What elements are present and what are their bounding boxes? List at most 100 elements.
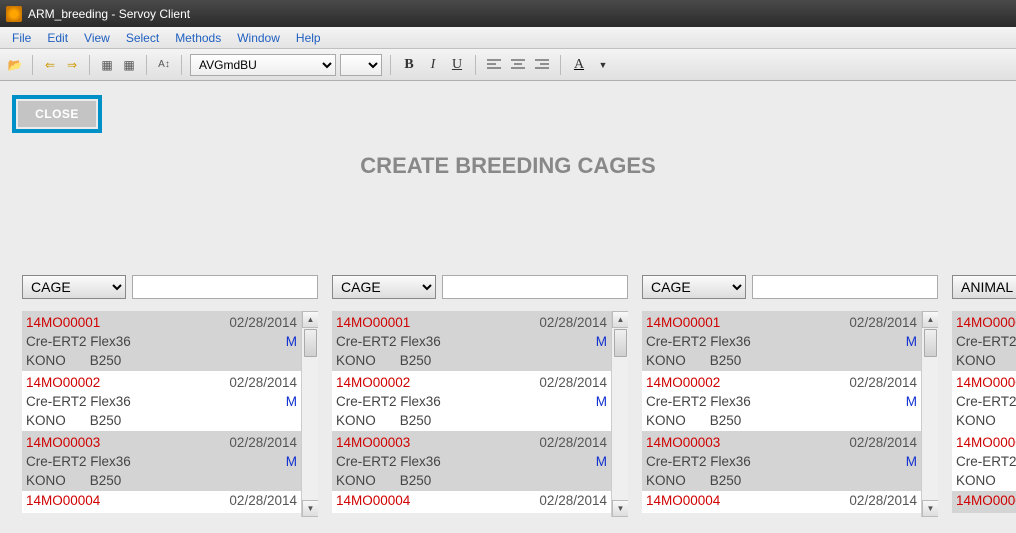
scroll-thumb[interactable] <box>304 329 317 357</box>
record-row[interactable]: 14MO0000102/28/2014Cre-ERT2 Flex36MKONOB… <box>952 311 1016 371</box>
record-date: 02/28/2014 <box>539 493 607 508</box>
fontsize-select[interactable] <box>340 54 382 76</box>
filter-select[interactable]: CAGE <box>332 275 436 299</box>
record-code: B250 <box>90 413 122 428</box>
back-icon[interactable]: ⇐ <box>41 56 59 74</box>
record-owner: KONO <box>26 473 66 488</box>
record-row[interactable]: 14MO00004 02/28/2014 <box>332 491 611 513</box>
menu-view[interactable]: View <box>76 29 118 47</box>
open-icon[interactable]: 📂 <box>6 56 24 74</box>
record-list[interactable]: 14MO0000102/28/2014Cre-ERT2 Flex36MKONOB… <box>22 311 301 517</box>
record-owner: KONO <box>26 413 66 428</box>
close-button[interactable]: CLOSE <box>18 101 96 127</box>
filter-select[interactable]: CAGE <box>642 275 746 299</box>
scroll-thumb[interactable] <box>614 329 627 357</box>
record-row[interactable]: 14MO0000402/28/2014 <box>952 491 1016 513</box>
record-code: B250 <box>400 353 432 368</box>
menu-edit[interactable]: Edit <box>39 29 76 47</box>
toolbar: 📂 ⇐ ⇒ ▦ ▦ A↕ AVGmdBU B I U A ▼ <box>0 49 1016 81</box>
record-line: Cre-ERT2 Flex36 <box>336 452 441 471</box>
titlebar: ARM_breeding - Servoy Client <box>0 0 1016 27</box>
menu-file[interactable]: File <box>4 29 39 47</box>
text-color-icon[interactable]: A <box>569 55 589 75</box>
record-owner: KONO <box>956 473 996 488</box>
scrollbar[interactable]: ▲▼ <box>611 311 628 517</box>
record-date: 02/28/2014 <box>539 433 607 452</box>
record-row[interactable]: 14MO0000102/28/2014Cre-ERT2 Flex36MKONOB… <box>642 311 921 371</box>
align-center-icon[interactable] <box>508 55 528 75</box>
record-sex: M <box>906 332 917 351</box>
menu-window[interactable]: Window <box>229 29 288 47</box>
font-select[interactable]: AVGmdBU <box>190 54 336 76</box>
underline-icon[interactable]: U <box>447 55 467 75</box>
record-line: Cre-ERT2 Flex36 <box>956 452 1016 471</box>
record-id: 14MO00001 <box>26 313 100 332</box>
sort-icon[interactable]: A↕ <box>155 56 173 74</box>
record-row[interactable]: 14MO0000302/28/2014Cre-ERT2 Flex36MKONOB… <box>22 431 301 491</box>
list-wrap: 14MO0000102/28/2014Cre-ERT2 Flex36MKONOB… <box>642 311 938 517</box>
record-sex: M <box>286 452 297 471</box>
scroll-down-icon[interactable]: ▼ <box>922 500 938 517</box>
bold-icon[interactable]: B <box>399 55 419 75</box>
record-row[interactable]: 14MO0000302/28/2014Cre-ERT2 Flex36MKONOB… <box>642 431 921 491</box>
record-code: B250 <box>710 353 742 368</box>
scroll-up-icon[interactable]: ▲ <box>922 311 938 328</box>
record-row[interactable]: 14MO0000302/28/2014Cre-ERT2 Flex36MKONOB… <box>332 431 611 491</box>
record-date: 02/28/2014 <box>229 373 297 392</box>
italic-icon[interactable]: I <box>423 55 443 75</box>
record-row[interactable]: 14MO0000102/28/2014Cre-ERT2 Flex36MKONOB… <box>332 311 611 371</box>
scroll-down-icon[interactable]: ▼ <box>612 500 628 517</box>
scroll-up-icon[interactable]: ▲ <box>612 311 628 328</box>
record-date: 02/28/2014 <box>539 373 607 392</box>
menu-methods[interactable]: Methods <box>167 29 229 47</box>
record-row[interactable]: 14MO00004 02/28/2014 <box>642 491 921 513</box>
record-date: 02/28/2014 <box>849 313 917 332</box>
menu-select[interactable]: Select <box>118 29 167 47</box>
record-id: 14MO00003 <box>26 433 100 452</box>
record-id: 14MO00002 <box>26 373 100 392</box>
scroll-thumb[interactable] <box>924 329 937 357</box>
search-input[interactable] <box>752 275 938 299</box>
scrollbar[interactable]: ▲▼ <box>301 311 318 517</box>
search-input[interactable] <box>132 275 318 299</box>
record-row[interactable]: 14MO0000202/28/2014Cre-ERT2 Flex36MKONOB… <box>332 371 611 431</box>
align-right-icon[interactable] <box>532 55 552 75</box>
record-line: Cre-ERT2 Flex36 <box>336 392 441 411</box>
record-row[interactable]: 14MO0000402/28/2014 <box>22 491 301 513</box>
record-date: 02/28/2014 <box>539 313 607 332</box>
list-wrap: 14MO0000102/28/2014Cre-ERT2 Flex36MKONOB… <box>22 311 318 517</box>
filter-select[interactable]: CAGE <box>22 275 126 299</box>
text-color-dropdown-icon[interactable]: ▼ <box>593 55 613 75</box>
forward-icon[interactable]: ⇒ <box>63 56 81 74</box>
record-row[interactable]: 14MO0000202/28/2014Cre-ERT2 Flex36MKONOB… <box>22 371 301 431</box>
record-date: 02/28/2014 <box>849 493 917 508</box>
record-row[interactable]: 14MO0000102/28/2014Cre-ERT2 Flex36MKONOB… <box>22 311 301 371</box>
record-sex: M <box>906 392 917 411</box>
record-owner: KONO <box>956 353 996 368</box>
align-left-icon[interactable] <box>484 55 504 75</box>
grid-icon[interactable]: ▦ <box>98 56 116 74</box>
record-list[interactable]: 14MO0000102/28/2014Cre-ERT2 Flex36MKONOB… <box>642 311 921 517</box>
scroll-up-icon[interactable]: ▲ <box>302 311 318 328</box>
list-wrap: 14MO0000102/28/2014Cre-ERT2 Flex36MKONOB… <box>332 311 628 517</box>
scrollbar[interactable]: ▲▼ <box>921 311 938 517</box>
record-list[interactable]: 14MO0000102/28/2014Cre-ERT2 Flex36MKONOB… <box>332 311 611 517</box>
search-input[interactable] <box>442 275 628 299</box>
scroll-down-icon[interactable]: ▼ <box>302 500 318 517</box>
filter-select[interactable]: ANIMAL <box>952 275 1016 299</box>
record-row[interactable]: 14MO0000202/28/2014Cre-ERT2 Flex36MKONOB… <box>642 371 921 431</box>
menu-help[interactable]: Help <box>288 29 329 47</box>
record-line: Cre-ERT2 Flex36 <box>956 332 1016 351</box>
record-row[interactable]: 14MO0000202/28/2014Cre-ERT2 Flex36MKONOB… <box>952 371 1016 431</box>
record-id: 14MO00004 <box>336 493 410 508</box>
list-wrap: 14MO0000102/28/2014Cre-ERT2 Flex36MKONOB… <box>952 311 1016 517</box>
record-id: 14MO00004 <box>646 493 720 508</box>
record-date: 02/28/2014 <box>229 433 297 452</box>
record-list[interactable]: 14MO0000102/28/2014Cre-ERT2 Flex36MKONOB… <box>952 311 1016 517</box>
record-owner: KONO <box>956 413 996 428</box>
record-row[interactable]: 14MO0000302/28/2014Cre-ERT2 Flex36MKONOB… <box>952 431 1016 491</box>
grid2-icon[interactable]: ▦ <box>120 56 138 74</box>
columns-container: CAGE14MO0000102/28/2014Cre-ERT2 Flex36MK… <box>12 275 1004 517</box>
record-id: 14MO00002 <box>956 373 1016 392</box>
record-code: B250 <box>710 473 742 488</box>
